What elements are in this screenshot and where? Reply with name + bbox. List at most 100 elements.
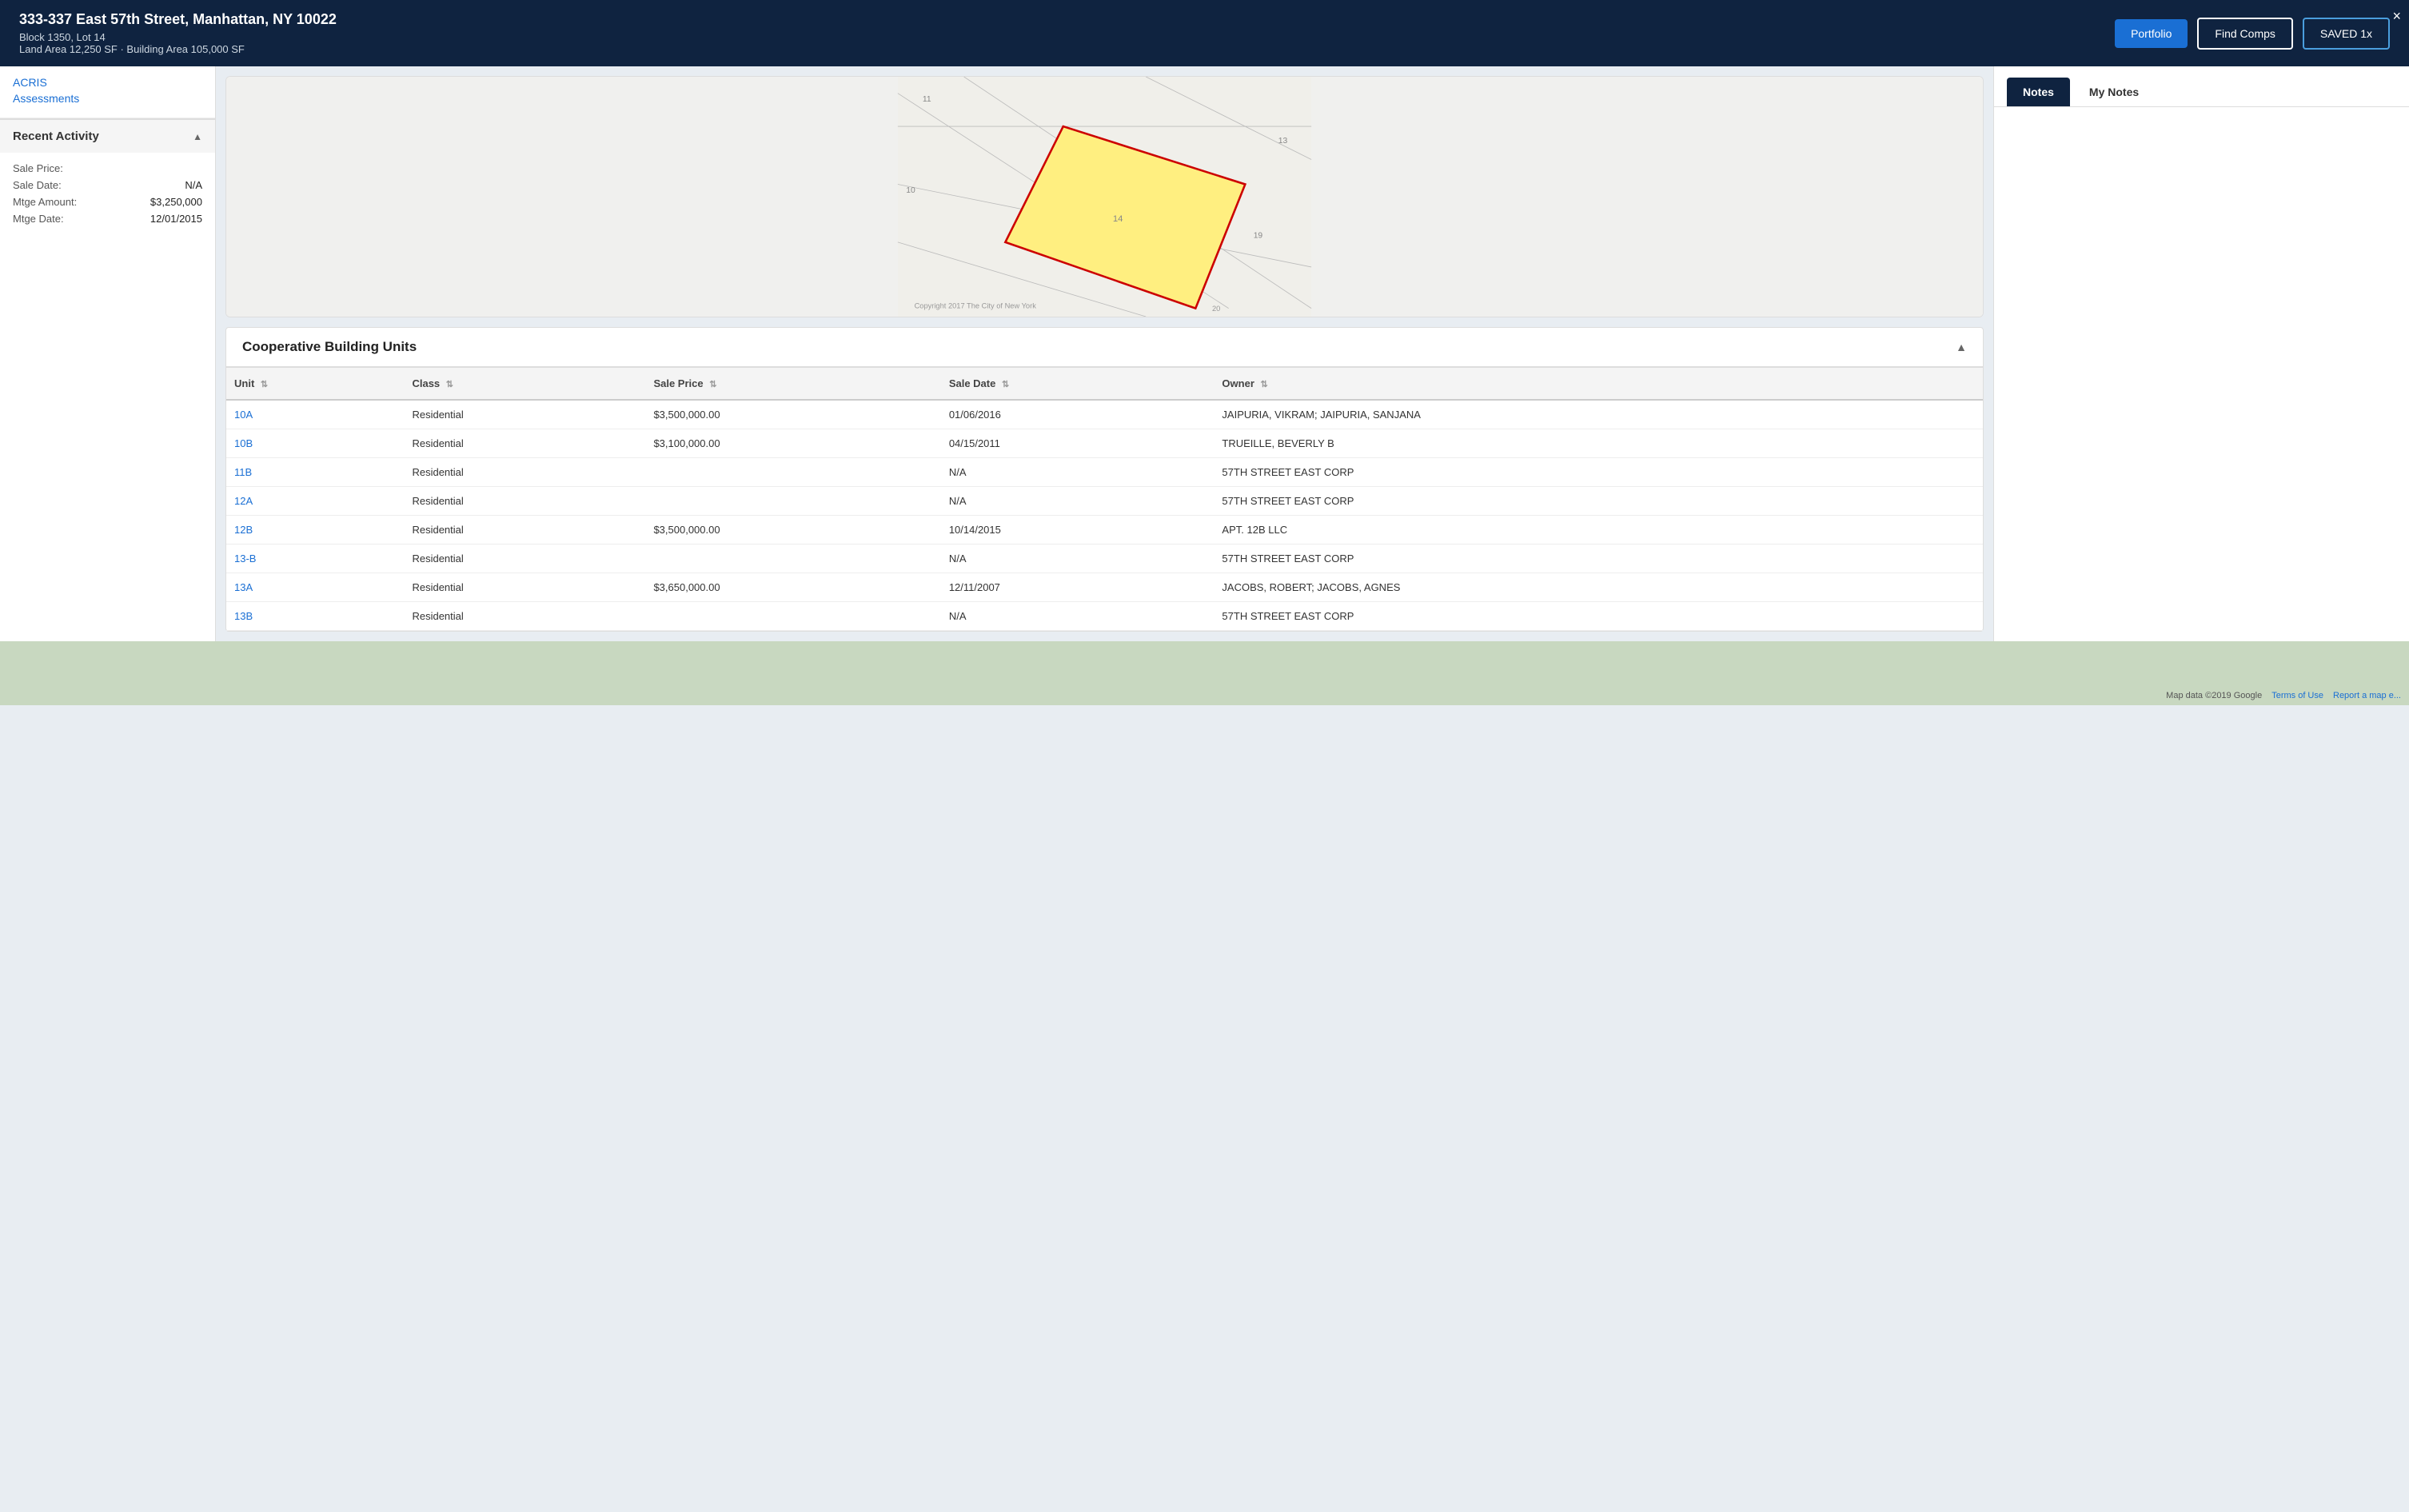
header-right: Portfolio Find Comps SAVED 1x [2115,18,2390,50]
cell-sale-price [645,545,940,573]
sale-date-label: Sale Date: [13,179,62,191]
coop-section: Cooperative Building Units ▲ Unit ⇅ Clas… [225,327,1984,632]
cell-sale-price [645,487,940,516]
cell-unit[interactable]: 11B [226,458,404,487]
recent-activity-title: Recent Activity [13,130,99,143]
sale-price-row: Sale Price: [13,162,202,174]
mtge-date-value: 12/01/2015 [150,213,202,225]
acris-link[interactable]: ACRIS [13,76,202,89]
terms-link[interactable]: Terms of Use [2271,691,2323,700]
coop-collapse-icon[interactable]: ▲ [1956,341,1967,353]
sort-sale-price-icon[interactable]: ⇅ [709,380,716,389]
recent-activity-data: Sale Price: Sale Date: N/A Mtge Amount: … [0,153,215,239]
svg-text:13: 13 [1278,137,1288,146]
mtge-date-label: Mtge Date: [13,213,64,225]
col-owner: Owner ⇅ [1214,368,1983,400]
table-row: 13AResidential$3,650,000.0012/11/2007JAC… [226,573,1983,602]
cell-unit[interactable]: 12B [226,516,404,545]
notes-tabs: Notes My Notes [1994,66,2409,107]
svg-text:10: 10 [906,186,915,195]
cell-unit[interactable]: 13-B [226,545,404,573]
cell-class: Residential [404,516,645,545]
cell-class: Residential [404,458,645,487]
cell-class: Residential [404,429,645,458]
cell-sale-date: N/A [941,458,1214,487]
cell-owner: TRUEILLE, BEVERLY B [1214,429,1983,458]
cell-unit[interactable]: 12A [226,487,404,516]
close-button[interactable]: × [2392,8,2401,25]
coop-header: Cooperative Building Units ▲ [226,328,1983,368]
table-row: 10BResidential$3,100,000.0004/15/2011TRU… [226,429,1983,458]
cell-sale-price: $3,500,000.00 [645,400,940,429]
table-row: 13-BResidential N/A57TH STREET EAST CORP [226,545,1983,573]
property-title: 333-337 East 57th Street, Manhattan, NY … [19,11,337,28]
recent-activity-section: Recent Activity ▲ Sale Price: Sale Date:… [0,118,215,239]
sort-class-icon[interactable]: ⇅ [446,380,453,389]
sort-sale-date-icon[interactable]: ⇅ [1002,380,1009,389]
sort-owner-icon[interactable]: ⇅ [1261,380,1268,389]
tab-notes[interactable]: Notes [2007,78,2070,106]
cell-class: Residential [404,545,645,573]
cell-class: Residential [404,400,645,429]
portfolio-button[interactable]: Portfolio [2115,19,2188,48]
right-panel: Notes My Notes [1993,66,2409,641]
sale-date-value: N/A [185,179,202,191]
coop-table: Unit ⇅ Class ⇅ Sale Price ⇅ [226,368,1983,631]
recent-activity-header[interactable]: Recent Activity ▲ [0,120,215,153]
table-row: 12BResidential$3,500,000.0010/14/2015APT… [226,516,1983,545]
assessments-link[interactable]: Assessments [13,92,202,105]
cell-class: Residential [404,573,645,602]
cell-owner: 57TH STREET EAST CORP [1214,545,1983,573]
cell-owner: JACOBS, ROBERT; JACOBS, AGNES [1214,573,1983,602]
cell-sale-price: $3,100,000.00 [645,429,940,458]
map-data-label: Map data ©2019 Google [2166,691,2262,700]
cell-sale-date: 01/06/2016 [941,400,1214,429]
table-row: 12AResidentialN/A57TH STREET EAST CORP [226,487,1983,516]
report-link[interactable]: Report a map e... [2333,691,2401,700]
tab-my-notes[interactable]: My Notes [2073,78,2155,106]
cell-sale-price: $3,650,000.00 [645,573,940,602]
svg-text:19: 19 [1254,232,1263,241]
cell-owner: APT. 12B LLC [1214,516,1983,545]
chevron-up-icon: ▲ [193,131,202,142]
col-sale-price: Sale Price ⇅ [645,368,940,400]
mtge-amount-row: Mtge Amount: $3,250,000 [13,196,202,208]
cell-owner: JAIPURIA, VIKRAM; JAIPURIA, SANJANA [1214,400,1983,429]
cell-owner: 57TH STREET EAST CORP [1214,458,1983,487]
sale-price-label: Sale Price: [13,162,63,174]
cell-sale-date: N/A [941,487,1214,516]
cell-sale-date: 12/11/2007 [941,573,1214,602]
cell-unit[interactable]: 10A [226,400,404,429]
header: 333-337 East 57th Street, Manhattan, NY … [0,0,2409,66]
cell-unit[interactable]: 13A [226,573,404,602]
mtge-amount-value: $3,250,000 [150,196,202,208]
cell-unit[interactable]: 10B [226,429,404,458]
coop-table-wrap: Unit ⇅ Class ⇅ Sale Price ⇅ [226,368,1983,631]
cell-sale-date: 10/14/2015 [941,516,1214,545]
table-row: 13BResidentialN/A57TH STREET EAST CORP [226,602,1983,631]
sort-unit-icon[interactable]: ⇅ [261,380,268,389]
cell-sale-price [645,458,940,487]
property-block: Block 1350, Lot 14 [19,31,337,43]
cell-class: Residential [404,602,645,631]
svg-text:20: 20 [1212,305,1220,313]
svg-text:Copyright 2017 The City of New: Copyright 2017 The City of New York [915,302,1037,310]
coop-title: Cooperative Building Units [242,339,417,355]
cell-sale-price: $3,500,000.00 [645,516,940,545]
cell-unit[interactable]: 13B [226,602,404,631]
svg-text:11: 11 [923,95,931,104]
sale-date-row: Sale Date: N/A [13,179,202,191]
cell-sale-date: N/A [941,602,1214,631]
cell-class: Residential [404,487,645,516]
lot-map-svg: 11 13 10 19 14 Copyright 2017 The City o… [226,77,1983,317]
svg-text:14: 14 [1113,214,1123,224]
map-card: 11 13 10 19 14 Copyright 2017 The City o… [225,76,1984,317]
col-class: Class ⇅ [404,368,645,400]
find-comps-button[interactable]: Find Comps [2197,18,2292,50]
cell-sale-date: N/A [941,545,1214,573]
header-left: 333-337 East 57th Street, Manhattan, NY … [19,11,337,55]
bottom-map: Map data ©2019 Google Terms of Use Repor… [0,641,2409,705]
cell-sale-price [645,602,940,631]
saved-button[interactable]: SAVED 1x [2303,18,2390,50]
cell-sale-date: 04/15/2011 [941,429,1214,458]
